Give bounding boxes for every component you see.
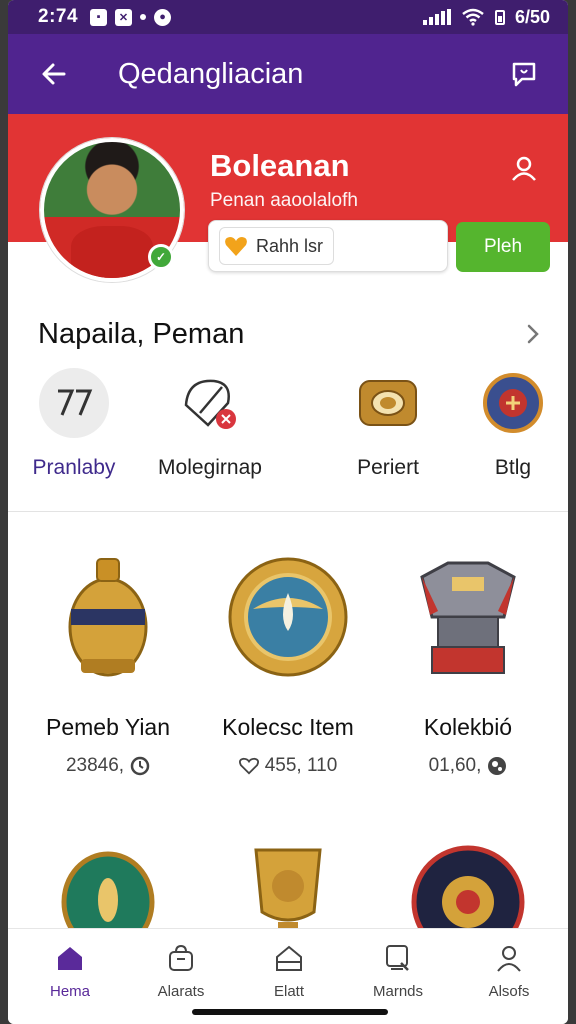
shield-icon bbox=[478, 368, 548, 438]
status-time: 2:74 bbox=[38, 6, 79, 27]
trophy-egg-icon bbox=[38, 542, 178, 692]
house-outline-icon bbox=[272, 941, 306, 975]
dot-icon bbox=[140, 14, 147, 20]
green-orb-icon bbox=[38, 822, 178, 928]
item-title: Kolekbió bbox=[423, 714, 513, 740]
tag-icon bbox=[175, 368, 245, 438]
item-card[interactable] bbox=[198, 822, 378, 928]
app-title: Qedangliacian bbox=[118, 58, 303, 91]
nav-item-alsofs[interactable]: Alsofs bbox=[454, 941, 564, 1000]
category-item-pranlaby[interactable]: Pranlaby bbox=[8, 368, 144, 498]
battery-icon bbox=[494, 9, 505, 25]
golden-cup-icon bbox=[218, 822, 358, 928]
category-label: Btlg bbox=[494, 456, 532, 479]
item-card[interactable] bbox=[378, 822, 558, 928]
badge-icon bbox=[39, 368, 109, 438]
user-settings-icon[interactable] bbox=[508, 152, 540, 184]
rating-box[interactable]: Rahh lsr bbox=[208, 220, 448, 272]
globe-icon bbox=[487, 756, 507, 776]
item-grid: Pemeb Yian 23846, Kolecsc Item 455, 110 bbox=[8, 530, 568, 928]
clock-icon bbox=[130, 756, 150, 776]
nav-item-home[interactable]: Hema bbox=[15, 941, 125, 1000]
profile-subtitle: Penan aaoolalofh bbox=[210, 190, 358, 211]
nav-item-elatt[interactable]: Elatt bbox=[234, 941, 344, 1000]
ring-icon bbox=[353, 368, 423, 438]
divider bbox=[8, 511, 568, 512]
nav-item-marnds[interactable]: Marnds bbox=[343, 941, 453, 1000]
item-meta: 23846, bbox=[18, 755, 198, 777]
armor-icon bbox=[398, 542, 538, 692]
nav-label: Alsofs bbox=[488, 983, 530, 1000]
phone-screen: 2:74 ▪ ✕ ● 6/50 Qedangliacian ✓ Boleanan… bbox=[8, 0, 568, 1024]
avatar-shirt bbox=[71, 226, 153, 278]
bag-icon bbox=[164, 941, 198, 975]
tools-notification-icon: ✕ bbox=[115, 8, 133, 26]
nav-label: Marnds bbox=[372, 983, 424, 1000]
category-item-periert[interactable]: Periert bbox=[318, 368, 458, 498]
nav-label: Alarats bbox=[157, 983, 205, 1000]
nav-label: Elatt bbox=[273, 983, 304, 1000]
category-item-btlg[interactable]: Btlg bbox=[443, 368, 568, 498]
category-label: Pranlaby bbox=[32, 456, 116, 479]
item-card[interactable] bbox=[18, 822, 198, 928]
category-label: Periert bbox=[357, 456, 419, 479]
home-indicator[interactable] bbox=[192, 1009, 388, 1015]
app-notification-icon: ▪ bbox=[90, 8, 108, 26]
app-bar: Qedangliacian bbox=[8, 34, 568, 114]
emblem-icon bbox=[398, 822, 538, 928]
app-title-text: Qedangliacian bbox=[118, 57, 304, 90]
rating-text: Rahh lsr bbox=[256, 235, 324, 256]
item-card[interactable]: Kolecsc Item 455, 110 bbox=[198, 542, 378, 777]
category-item-molegirnap[interactable]: Molegirnap bbox=[140, 368, 280, 498]
notification-icons: ▪ ✕ ● bbox=[90, 8, 172, 26]
chevron-right-icon[interactable] bbox=[522, 323, 544, 345]
item-card[interactable]: Kolekbió 01,60, bbox=[378, 542, 558, 777]
rating-chip: Rahh lsr bbox=[219, 227, 335, 265]
status-right: 6/50 bbox=[422, 6, 550, 28]
online-badge-icon: ✓ bbox=[148, 244, 174, 270]
battery-level: 6/50 bbox=[514, 6, 550, 27]
item-meta: 01,60, bbox=[378, 755, 558, 777]
signal-icon bbox=[422, 9, 451, 25]
heart-icon bbox=[224, 234, 248, 258]
wifi-icon bbox=[462, 8, 484, 26]
item-title: Pemeb Yian bbox=[45, 714, 171, 740]
person-icon bbox=[492, 941, 526, 975]
category-label: Molegirnap bbox=[158, 456, 262, 479]
item-meta-value: 23846, bbox=[65, 755, 125, 776]
nav-item-alarats[interactable]: Alarats bbox=[126, 941, 236, 1000]
profile-name: Boleanan bbox=[210, 148, 350, 183]
section-title: Napaila, Peman bbox=[38, 317, 245, 350]
profile-header: ✓ Boleanan Penan aaoolalofh Rahh lsr Ple… bbox=[8, 114, 568, 294]
medal-icon bbox=[218, 542, 358, 692]
plan-button[interactable]: Pleh bbox=[456, 222, 550, 272]
back-arrow-icon[interactable] bbox=[38, 58, 70, 90]
message-notification-icon: ● bbox=[154, 8, 172, 26]
item-meta-value: 01,60, bbox=[428, 755, 482, 776]
item-card[interactable]: Pemeb Yian 23846, bbox=[18, 542, 198, 777]
status-bar: 2:74 ▪ ✕ ● 6/50 bbox=[8, 0, 568, 34]
item-meta-value: 455, 110 bbox=[264, 755, 338, 776]
home-icon bbox=[53, 941, 87, 975]
search-icon bbox=[381, 941, 415, 975]
item-meta: 455, 110 bbox=[198, 755, 378, 777]
nav-label: Hema bbox=[49, 983, 90, 1000]
chat-icon[interactable] bbox=[508, 58, 540, 90]
item-title: Kolecsc Item bbox=[222, 714, 354, 740]
heart-outline-icon bbox=[238, 756, 259, 776]
category-row: Pranlaby Molegirnap Periert Btlg bbox=[8, 368, 568, 498]
section-header[interactable]: Napaila, Peman bbox=[8, 306, 568, 362]
